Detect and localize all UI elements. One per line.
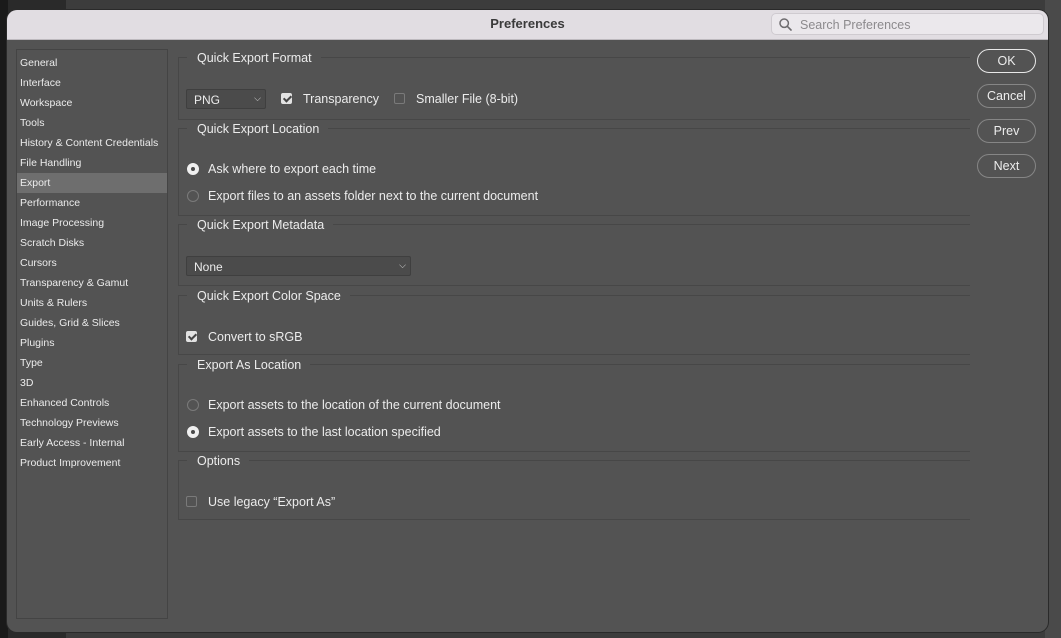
sidebar-item-transparency-gamut[interactable]: Transparency & Gamut xyxy=(17,273,167,293)
convert-srgb-option[interactable]: Convert to sRGB xyxy=(186,330,386,346)
search-input[interactable] xyxy=(798,16,1042,34)
legacy-export-as-option[interactable]: Use legacy “Export As” xyxy=(186,495,436,511)
smaller-file-label: Smaller File (8-bit) xyxy=(416,92,519,106)
sidebar-item-export[interactable]: Export xyxy=(17,173,167,193)
sidebar-item-file-handling[interactable]: File Handling xyxy=(17,153,167,173)
ask-each-time-label: Ask where to export each time xyxy=(208,162,377,176)
sidebar-item-scratch-disks[interactable]: Scratch Disks xyxy=(17,233,167,253)
format-select[interactable]: PNG ⌵ xyxy=(186,89,266,109)
ok-button[interactable]: OK xyxy=(977,49,1036,73)
sidebar-item-guides-grid-slices[interactable]: Guides, Grid & Slices xyxy=(17,313,167,333)
cancel-button[interactable]: Cancel xyxy=(977,84,1036,108)
last-location-radio[interactable] xyxy=(187,426,199,438)
smaller-file-checkbox[interactable] xyxy=(394,93,405,104)
ask-each-time-radio[interactable] xyxy=(187,163,199,175)
sidebar-item-enhanced-controls[interactable]: Enhanced Controls xyxy=(17,393,167,413)
metadata-select-value: None xyxy=(194,260,223,274)
smaller-file-option[interactable]: Smaller File (8-bit) xyxy=(394,92,594,108)
sidebar-item-3d[interactable]: 3D xyxy=(17,373,167,393)
convert-srgb-label: Convert to sRGB xyxy=(208,330,303,344)
transparency-label: Transparency xyxy=(303,92,379,106)
preferences-dialog: Preferences GeneralInterfaceWorkspaceToo… xyxy=(7,10,1048,632)
sidebar-item-performance[interactable]: Performance xyxy=(17,193,167,213)
sidebar-item-early-access-internal[interactable]: Early Access - Internal xyxy=(17,433,167,453)
section-border xyxy=(178,460,970,520)
transparency-checkbox[interactable] xyxy=(281,93,292,104)
assets-folder-label: Export files to an assets folder next to… xyxy=(208,189,539,203)
section-border xyxy=(178,224,970,286)
next-button[interactable]: Next xyxy=(977,154,1036,178)
sidebar-item-type[interactable]: Type xyxy=(17,353,167,373)
sidebar-item-image-processing[interactable]: Image Processing xyxy=(17,213,167,233)
assets-folder-radio[interactable] xyxy=(187,190,199,202)
section-title: Quick Export Metadata xyxy=(187,218,334,232)
sidebar-item-general[interactable]: General xyxy=(17,53,167,73)
chevron-down-icon: ⌵ xyxy=(399,260,406,270)
sidebar-item-plugins[interactable]: Plugins xyxy=(17,333,167,353)
chevron-down-icon: ⌵ xyxy=(254,93,261,103)
section-title: Quick Export Format xyxy=(187,51,321,65)
section-title: Export As Location xyxy=(187,358,311,372)
convert-srgb-checkbox[interactable] xyxy=(186,331,197,342)
sidebar-item-cursors[interactable]: Cursors xyxy=(17,253,167,273)
section-title: Quick Export Color Space xyxy=(187,289,350,303)
category-sidebar: General Interface Workspace Tools History & … xyxy=(16,49,168,619)
section-title: Quick Export Location xyxy=(187,122,329,136)
title-bar: Preferences xyxy=(7,10,1048,40)
assets-folder-option[interactable]: Export files to an assets folder next to… xyxy=(187,189,687,205)
search-box[interactable] xyxy=(771,13,1044,35)
current-document-location-label: Export assets to the location of the cur… xyxy=(208,398,501,412)
current-document-location-option[interactable]: Export assets to the location of the cur… xyxy=(187,398,637,414)
last-location-option[interactable]: Export assets to the last location speci… xyxy=(187,425,637,441)
prev-button[interactable]: Prev xyxy=(977,119,1036,143)
sidebar-item-units-rulers[interactable]: Units & Rulers xyxy=(17,293,167,313)
section-title: Options xyxy=(187,454,250,468)
sidebar-item-interface[interactable]: Interface xyxy=(17,73,167,93)
legacy-export-as-checkbox[interactable] xyxy=(186,496,197,507)
last-location-label: Export assets to the last location speci… xyxy=(208,425,441,439)
sidebar-item-product-improvement[interactable]: Product Improvement xyxy=(17,453,167,473)
section-border xyxy=(178,57,970,120)
sidebar-item-workspace[interactable]: Workspace xyxy=(17,93,167,113)
sidebar-item-technology-previews[interactable]: Technology Previews xyxy=(17,413,167,433)
current-document-location-radio[interactable] xyxy=(187,399,199,411)
metadata-select[interactable]: None ⌵ xyxy=(186,256,411,276)
format-select-value: PNG xyxy=(194,93,221,107)
legacy-export-as-label: Use legacy “Export As” xyxy=(208,495,336,509)
sidebar-item-history-content-credentials[interactable]: History & Content Credentials xyxy=(17,133,167,153)
section-border xyxy=(178,295,970,355)
sidebar-item-tools[interactable]: Tools xyxy=(17,113,167,133)
search-icon xyxy=(779,18,792,31)
ask-each-time-option[interactable]: Ask where to export each time xyxy=(187,162,587,178)
